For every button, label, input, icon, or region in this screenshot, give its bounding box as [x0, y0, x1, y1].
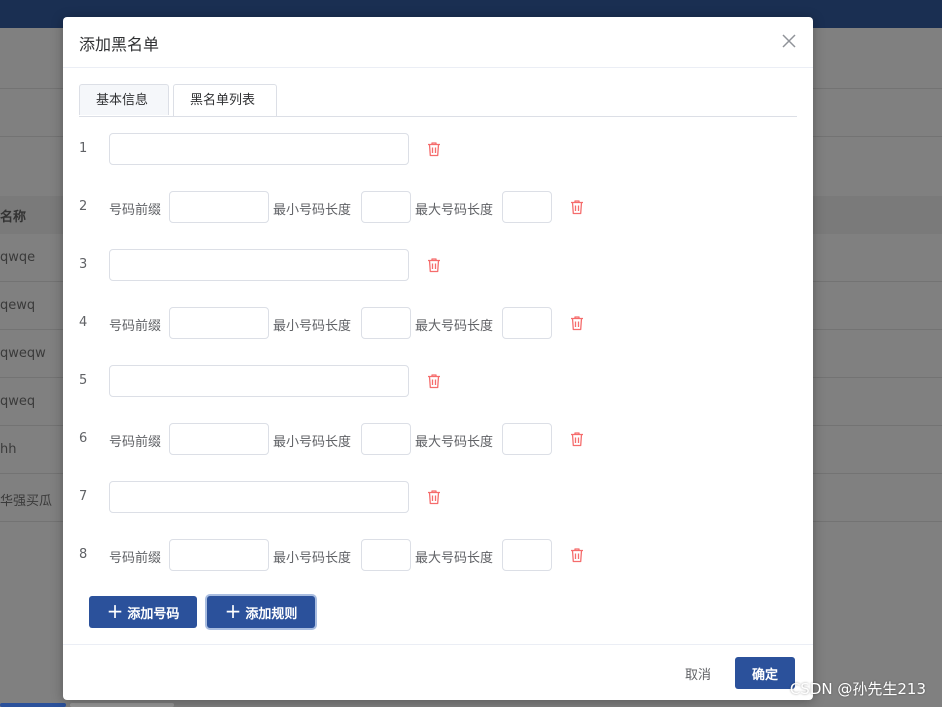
trash-icon[interactable] [425, 488, 443, 506]
min-length-input[interactable] [361, 539, 411, 571]
row-number: 2 [79, 199, 88, 214]
max-length-label: 最大号码长度 [415, 203, 494, 218]
add-rule-button[interactable]: + 添加规则 [207, 596, 315, 628]
dialog-header-divider [63, 67, 813, 68]
max-length-input[interactable] [502, 423, 552, 455]
phone-number-input[interactable] [109, 481, 409, 513]
phone-number-input[interactable] [109, 365, 409, 397]
trash-icon[interactable] [425, 140, 443, 158]
min-length-label: 最小号码长度 [273, 435, 352, 450]
blacklist-number-row: 3 [79, 249, 779, 281]
min-length-label: 最小号码长度 [273, 551, 352, 566]
max-length-input[interactable] [502, 191, 552, 223]
prefix-label: 号码前缀 [109, 551, 162, 566]
blacklist-rule-row: 2 号码前缀 最小号码长度 最大号码长度 [79, 191, 779, 223]
prefix-input[interactable] [169, 423, 269, 455]
max-length-input[interactable] [502, 307, 552, 339]
blacklist-number-row: 1 [79, 133, 779, 165]
prefix-input[interactable] [169, 307, 269, 339]
max-length-label: 最大号码长度 [415, 551, 494, 566]
tab-blacklist-list[interactable]: 黑名单列表 [173, 84, 277, 116]
min-length-label: 最小号码长度 [273, 319, 352, 334]
phone-number-input[interactable] [109, 249, 409, 281]
background-table-cell: hh [0, 442, 17, 457]
background-table-header-label: 名称 [0, 210, 27, 225]
prefix-input[interactable] [169, 191, 269, 223]
background-button [70, 703, 174, 707]
row-number: 3 [79, 257, 88, 272]
row-number: 4 [79, 315, 88, 330]
blacklist-number-row: 5 [79, 365, 779, 397]
prefix-label: 号码前缀 [109, 435, 162, 450]
row-number: 8 [79, 547, 88, 562]
min-length-input[interactable] [361, 423, 411, 455]
background-table-cell: 华强买瓜 [0, 494, 53, 509]
trash-icon[interactable] [568, 198, 586, 216]
dialog-tabs: 基本信息 黑名单列表 [79, 84, 797, 117]
dialog-footer-divider [63, 644, 813, 645]
min-length-input[interactable] [361, 191, 411, 223]
trash-icon[interactable] [568, 314, 586, 332]
prefix-label: 号码前缀 [109, 203, 162, 218]
row-number: 1 [79, 141, 88, 156]
blacklist-rule-row: 8 号码前缀 最小号码长度 最大号码长度 [79, 539, 779, 571]
max-length-input[interactable] [502, 539, 552, 571]
cancel-button[interactable]: 取消 [673, 657, 723, 689]
trash-icon[interactable] [568, 546, 586, 564]
add-rule-label: 添加规则 [245, 606, 298, 622]
tab-basic-info[interactable]: 基本信息 [79, 84, 169, 115]
watermark: CSDN @孙先生213 [789, 680, 926, 698]
trash-icon[interactable] [425, 256, 443, 274]
dialog-title: 添加黑名单 [79, 35, 160, 54]
background-button [0, 703, 66, 707]
max-length-label: 最大号码长度 [415, 319, 494, 334]
min-length-input[interactable] [361, 307, 411, 339]
min-length-label: 最小号码长度 [273, 203, 352, 218]
blacklist-rule-row: 6 号码前缀 最小号码长度 最大号码长度 [79, 423, 779, 455]
background-table-cell: qweq [0, 394, 36, 409]
blacklist-number-row: 7 [79, 481, 779, 513]
add-number-label: 添加号码 [127, 606, 180, 622]
confirm-button[interactable]: 确定 [735, 657, 795, 689]
trash-icon[interactable] [568, 430, 586, 448]
background-table-cell: qewq [0, 298, 36, 313]
background-table-cell: qwqe [0, 250, 36, 265]
add-number-button[interactable]: + 添加号码 [89, 596, 197, 628]
prefix-input[interactable] [169, 539, 269, 571]
phone-number-input[interactable] [109, 133, 409, 165]
prefix-label: 号码前缀 [109, 319, 162, 334]
max-length-label: 最大号码长度 [415, 435, 494, 450]
plus-icon: + [224, 599, 242, 623]
row-number: 5 [79, 373, 88, 388]
background-table-cell: qweqw [0, 346, 46, 361]
row-number: 7 [79, 489, 88, 504]
row-number: 6 [79, 431, 88, 446]
plus-icon: + [106, 599, 124, 623]
trash-icon[interactable] [425, 372, 443, 390]
close-icon[interactable] [779, 31, 799, 51]
blacklist-rule-row: 4 号码前缀 最小号码长度 最大号码长度 [79, 307, 779, 339]
add-blacklist-dialog: 添加黑名单 基本信息 黑名单列表 1 2 号码前缀 最小号码长度 最大号码长度 3 4 号码前… [63, 17, 813, 700]
